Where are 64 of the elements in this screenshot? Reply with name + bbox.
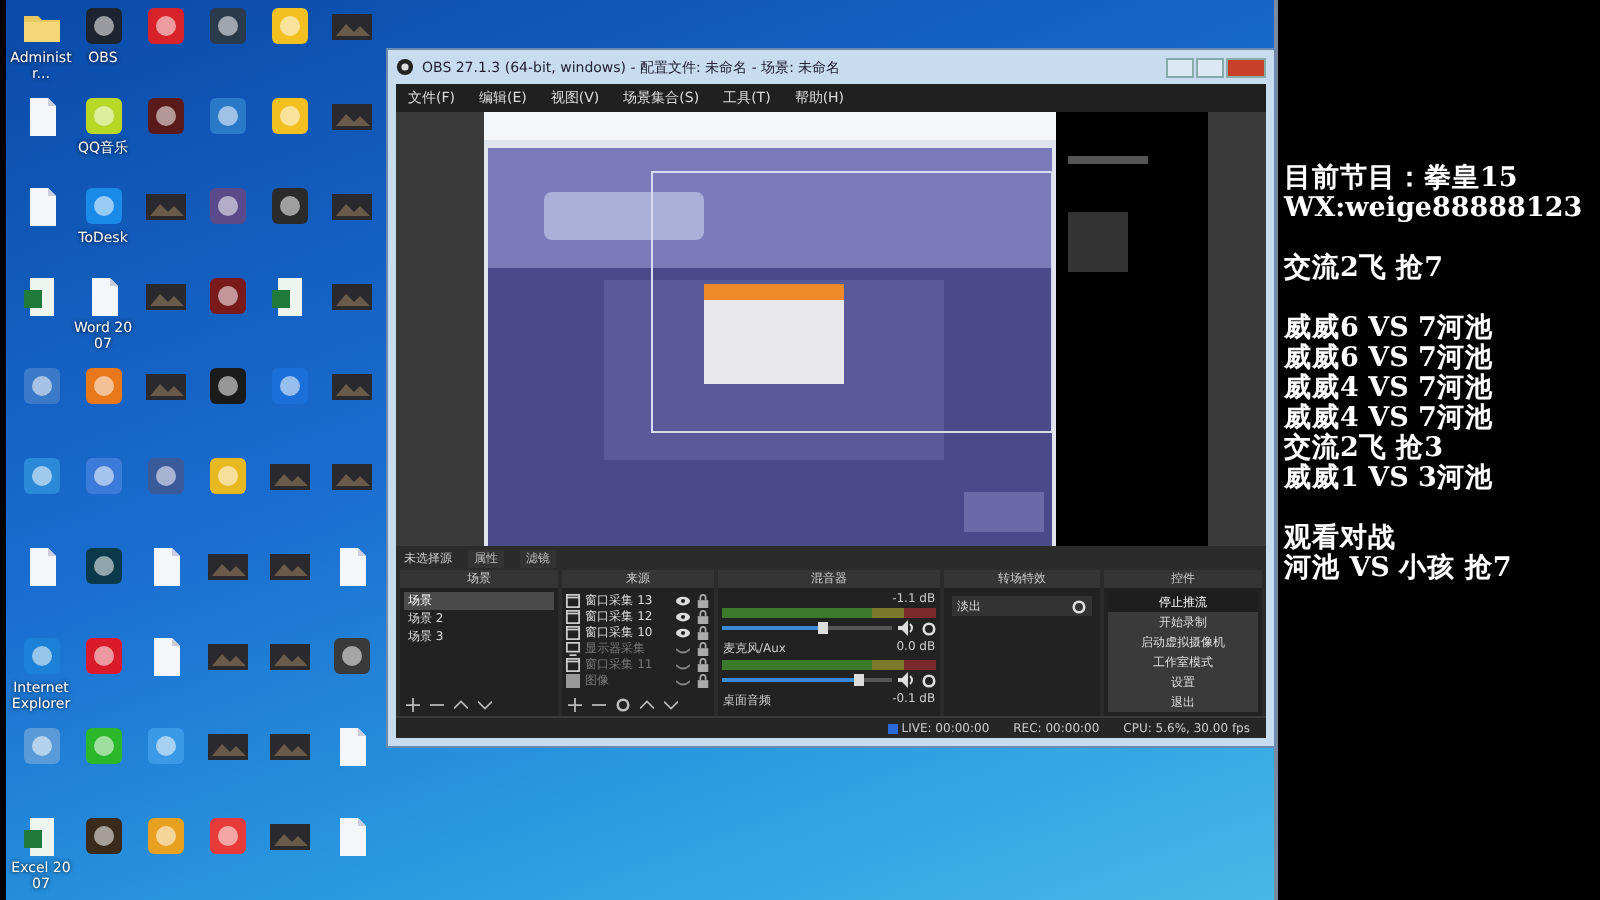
overlay-text-line: 交流2飞 抢3	[1284, 434, 1445, 464]
app-logo-icon	[396, 58, 414, 76]
app-icon[interactable]	[205, 94, 249, 138]
app-icon[interactable]	[81, 94, 125, 138]
overlay-text-line: 威威4 VS 7河池	[1284, 374, 1495, 404]
settings-icon[interactable]	[1072, 599, 1087, 613]
overlay-text-line: 威威6 VS 7河池	[1284, 344, 1495, 374]
app-icon[interactable]	[329, 634, 373, 678]
slider-handle[interactable]	[817, 622, 828, 634]
lock-icon[interactable]	[696, 625, 711, 639]
live-indicator-icon	[887, 723, 898, 733]
display-source-icon	[565, 641, 580, 655]
lock-icon[interactable]	[696, 673, 711, 687]
add-icon[interactable]	[406, 698, 420, 712]
app-icon[interactable]	[205, 364, 249, 408]
app-icon[interactable]	[143, 94, 187, 138]
app-icon[interactable]	[267, 94, 311, 138]
app-icon[interactable]	[143, 454, 187, 498]
lock-icon[interactable]	[696, 609, 711, 623]
app-icon[interactable]	[81, 4, 125, 48]
app-icon[interactable]	[81, 814, 125, 858]
add-icon[interactable]	[567, 698, 582, 712]
app-icon[interactable]	[81, 724, 125, 768]
eye-icon[interactable]	[676, 593, 691, 607]
app-icon[interactable]	[143, 4, 187, 48]
app-icon[interactable]	[81, 544, 125, 588]
app-icon[interactable]	[205, 274, 249, 318]
lock-icon[interactable]	[696, 657, 711, 671]
remove-icon[interactable]	[430, 698, 444, 712]
close-button[interactable]	[1226, 57, 1266, 77]
app-icon[interactable]	[81, 184, 125, 228]
overlay-text-line: 观看对战	[1284, 524, 1398, 554]
settings-icon[interactable]	[921, 673, 936, 687]
lock-icon[interactable]	[696, 641, 711, 655]
speaker-icon[interactable]	[897, 620, 916, 636]
window-source-icon	[565, 657, 580, 671]
settings-icon[interactable]	[615, 698, 630, 712]
overlay-text-line: 威威4 VS 7河池	[1284, 404, 1495, 434]
app-icon[interactable]	[267, 364, 311, 408]
eye-icon[interactable]	[676, 625, 691, 639]
settings-icon[interactable]	[921, 621, 936, 635]
app-icon[interactable]	[19, 634, 63, 678]
app-icon[interactable]	[81, 454, 125, 498]
app-icon[interactable]	[19, 724, 63, 768]
lock-icon[interactable]	[696, 593, 711, 607]
app-icon[interactable]	[267, 4, 311, 48]
eye-icon[interactable]	[676, 609, 691, 623]
app-icon[interactable]	[19, 364, 63, 408]
app-icon[interactable]	[81, 364, 125, 408]
overlay-text-line: WX:weige88888123	[1284, 194, 1585, 224]
overlay-text-line: 河池 VS 小孩 抢7	[1284, 554, 1514, 584]
image-source-icon	[565, 673, 580, 687]
speaker-icon[interactable]	[897, 672, 916, 688]
overlay-text-line: 目前节目：拳皇15	[1284, 164, 1520, 194]
overlay-text-line: 威威6 VS 7河池	[1284, 314, 1495, 344]
app-icon[interactable]	[19, 454, 63, 498]
slider-handle[interactable]	[854, 674, 865, 686]
app-icon[interactable]	[205, 184, 249, 228]
remove-icon[interactable]	[591, 698, 606, 712]
app-icon[interactable]	[267, 184, 311, 228]
app-icon[interactable]	[205, 4, 249, 48]
overlay-text-line: 交流2飞 抢7	[1284, 254, 1445, 284]
app-icon[interactable]	[205, 454, 249, 498]
overlay-text-line: 威威1 VS 3河池	[1284, 464, 1495, 494]
